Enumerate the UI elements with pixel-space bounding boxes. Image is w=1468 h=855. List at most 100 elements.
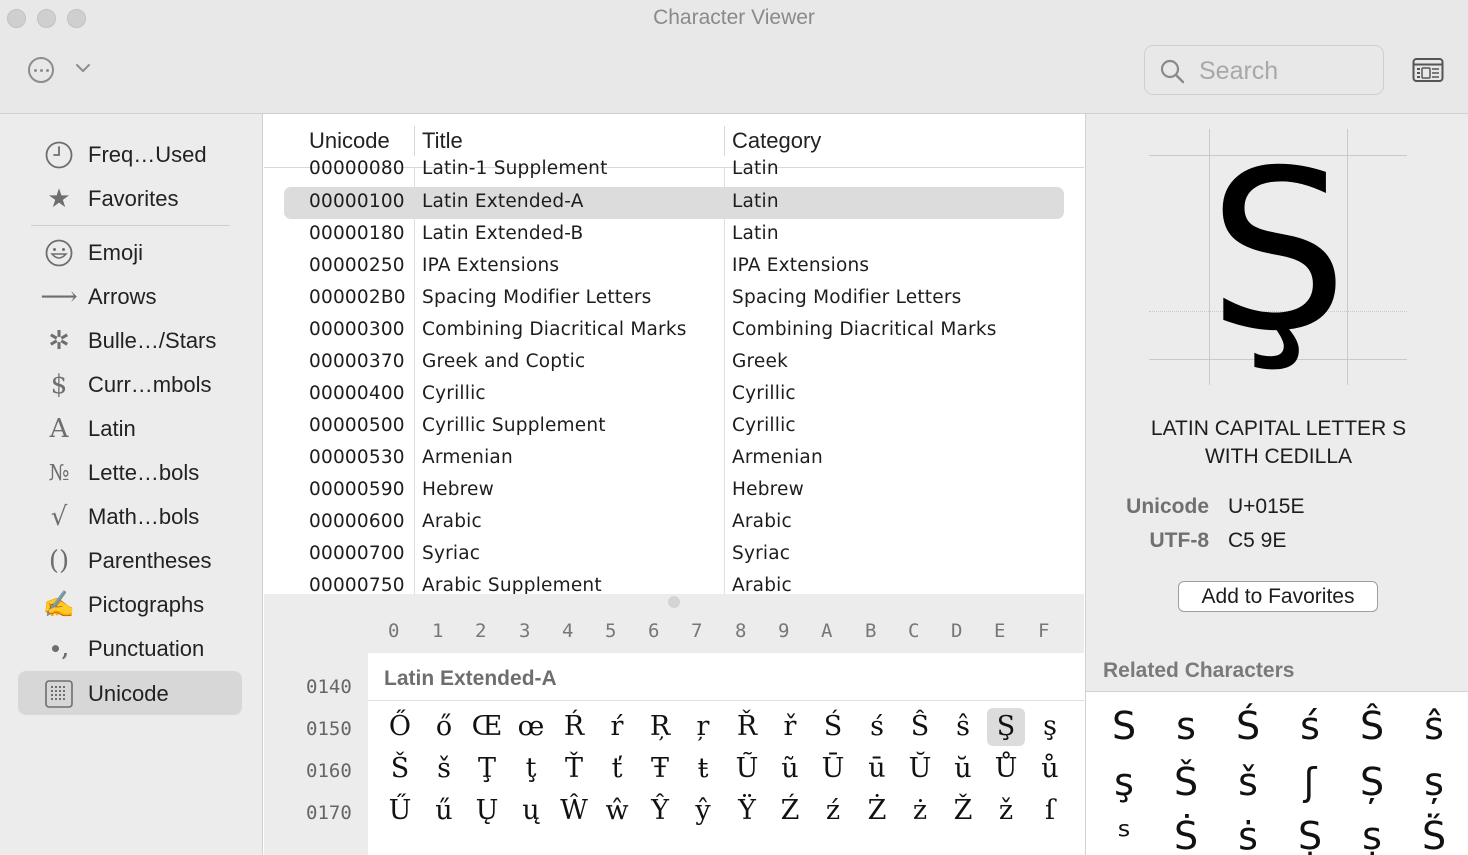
table-row[interactable]: 00000750 Arabic Supplement Arabic xyxy=(284,571,1064,594)
character-cell[interactable]: ž xyxy=(987,792,1025,830)
character-cell[interactable]: ř xyxy=(771,708,809,746)
related-character[interactable]: ș xyxy=(1406,756,1462,808)
character-cell[interactable]: Š xyxy=(381,750,419,788)
character-cell[interactable]: Ż xyxy=(858,792,896,830)
sidebar-item-arrows[interactable]: ⟶ Arrows xyxy=(18,274,242,318)
character-cell[interactable]: Ź xyxy=(771,792,809,830)
chevron-down-icon[interactable] xyxy=(75,60,91,76)
character-cell[interactable]: Ť xyxy=(555,750,593,788)
sidebar-item-latin[interactable]: A Latin xyxy=(18,406,242,450)
character-cell[interactable]: ŧ xyxy=(684,750,722,788)
table-row[interactable]: 00000590 Hebrew Hebrew xyxy=(284,475,1064,507)
table-row-selected[interactable]: 00000100 Latin Extended-A Latin xyxy=(284,187,1064,219)
character-cell[interactable]: Ů xyxy=(987,750,1025,788)
search-field[interactable]: Search xyxy=(1144,45,1384,95)
sidebar-item-math-symbols[interactable]: √ Math…bols xyxy=(18,494,242,538)
sidebar-item-currency-symbols[interactable]: $ Curr…mbols xyxy=(18,362,242,406)
table-row[interactable]: 000002B0 Spacing Modifier Letters Spacin… xyxy=(284,283,1064,315)
character-cell[interactable]: Ž xyxy=(944,792,982,830)
character-cell[interactable]: ŷ xyxy=(684,792,722,830)
more-options-button[interactable] xyxy=(28,57,54,83)
character-cell[interactable]: Ÿ xyxy=(728,792,766,830)
related-character[interactable]: ŝ xyxy=(1406,700,1462,752)
character-cell[interactable]: ŗ xyxy=(684,708,722,746)
character-cell[interactable]: ś xyxy=(858,708,896,746)
related-character[interactable]: Ŝ xyxy=(1344,700,1400,752)
related-character[interactable]: ş xyxy=(1096,756,1152,808)
character-cell[interactable]: ţ xyxy=(512,750,550,788)
related-character[interactable]: S xyxy=(1096,700,1152,752)
related-character[interactable]: ṡ xyxy=(1220,810,1276,855)
related-character[interactable]: Ṡ xyxy=(1158,810,1214,855)
related-character[interactable]: Š xyxy=(1158,756,1214,808)
character-cell[interactable]: ş xyxy=(1031,708,1069,746)
sidebar-item-punctuation[interactable]: •, Punctuation xyxy=(18,626,242,670)
character-cell[interactable]: ű xyxy=(425,792,463,830)
sidebar-item-favorites[interactable]: ★ Favorites xyxy=(18,176,242,220)
table-row[interactable]: 00000250 IPA Extensions IPA Extensions xyxy=(284,251,1064,283)
character-cell[interactable]: Ŭ xyxy=(901,750,939,788)
character-cell[interactable]: ũ xyxy=(771,750,809,788)
character-cell[interactable]: ż xyxy=(901,792,939,830)
related-character[interactable]: s xyxy=(1158,700,1214,752)
character-cell[interactable]: ź xyxy=(814,792,852,830)
character-cell[interactable]: Ŵ xyxy=(555,792,593,830)
related-character[interactable]: ś xyxy=(1282,700,1338,752)
character-cell[interactable]: ů xyxy=(1031,750,1069,788)
table-row[interactable]: 00000180 Latin Extended-B Latin xyxy=(284,219,1064,251)
table-row[interactable]: 00000600 Arabic Arabic xyxy=(284,507,1064,539)
character-cell[interactable]: œ xyxy=(512,708,550,746)
sidebar-item-unicode[interactable]: Unicode xyxy=(18,671,242,715)
character-cell[interactable]: ū xyxy=(858,750,896,788)
column-header-category[interactable]: Category xyxy=(732,128,821,154)
related-character[interactable]: Ṥ xyxy=(1406,810,1462,855)
character-cell[interactable]: Ţ xyxy=(468,750,506,788)
character-cell[interactable]: ŝ xyxy=(944,708,982,746)
character-cell-selected[interactable]: Ş xyxy=(987,708,1025,746)
character-cell[interactable]: Œ xyxy=(468,708,506,746)
table-row[interactable]: 00000080 Latin-1 Supplement Latin xyxy=(284,154,1064,186)
sidebar-item-emoji[interactable]: Emoji xyxy=(18,230,242,274)
character-cell[interactable]: Ũ xyxy=(728,750,766,788)
character-cell[interactable]: Ő xyxy=(381,708,419,746)
related-character[interactable]: Ș xyxy=(1344,756,1400,808)
table-row[interactable]: 00000530 Armenian Armenian xyxy=(284,443,1064,475)
character-cell[interactable]: Ų xyxy=(468,792,506,830)
character-cell[interactable]: Ŕ xyxy=(555,708,593,746)
character-cell[interactable]: ŕ xyxy=(598,708,636,746)
table-row[interactable]: 00000370 Greek and Coptic Greek xyxy=(284,347,1064,379)
sidebar-item-parentheses[interactable]: () Parentheses xyxy=(18,538,242,582)
character-cell[interactable]: Ř xyxy=(728,708,766,746)
character-cell[interactable]: ŭ xyxy=(944,750,982,788)
character-cell[interactable]: Ŷ xyxy=(641,792,679,830)
character-cell[interactable]: ő xyxy=(425,708,463,746)
sidebar-item-frequently-used[interactable]: Freq…Used xyxy=(18,132,242,176)
character-cell[interactable]: Ś xyxy=(814,708,852,746)
table-row[interactable]: 00000300 Combining Diacritical Marks Com… xyxy=(284,315,1064,347)
related-character[interactable]: ṣ xyxy=(1344,810,1400,855)
character-cell[interactable]: ų xyxy=(512,792,550,830)
table-row[interactable]: 00000400 Cyrillic Cyrillic xyxy=(284,379,1064,411)
table-row[interactable]: 00000500 Cyrillic Supplement Cyrillic xyxy=(284,411,1064,443)
related-character[interactable]: ˢ xyxy=(1096,810,1152,855)
column-header-unicode[interactable]: Unicode xyxy=(309,128,390,154)
search-input[interactable]: Search xyxy=(1199,57,1278,86)
related-character[interactable]: ʃ xyxy=(1282,756,1338,808)
character-cell[interactable]: ť xyxy=(598,750,636,788)
related-character[interactable]: Ś xyxy=(1220,700,1276,752)
character-cell[interactable]: Ū xyxy=(814,750,852,788)
sidebar-item-bullets-stars[interactable]: ✲ Bulle…/Stars xyxy=(18,318,242,362)
split-view-handle[interactable] xyxy=(668,596,680,608)
character-cell[interactable]: š xyxy=(425,750,463,788)
related-character[interactable]: š xyxy=(1220,756,1276,808)
sidebar-item-letterlike-symbols[interactable]: № Lette…bols xyxy=(18,450,242,494)
character-cell[interactable]: Ŗ xyxy=(641,708,679,746)
table-row[interactable]: 00000700 Syriac Syriac xyxy=(284,539,1064,571)
character-cell[interactable]: Ű xyxy=(381,792,419,830)
add-to-favorites-button[interactable]: Add to Favorites xyxy=(1178,581,1378,612)
character-cell[interactable]: ŵ xyxy=(598,792,636,830)
keyboard-viewer-icon[interactable] xyxy=(1412,57,1444,83)
character-cell[interactable]: ſ xyxy=(1031,792,1069,830)
related-character[interactable]: Ṣ xyxy=(1282,810,1338,855)
character-cell[interactable]: Ŧ xyxy=(641,750,679,788)
